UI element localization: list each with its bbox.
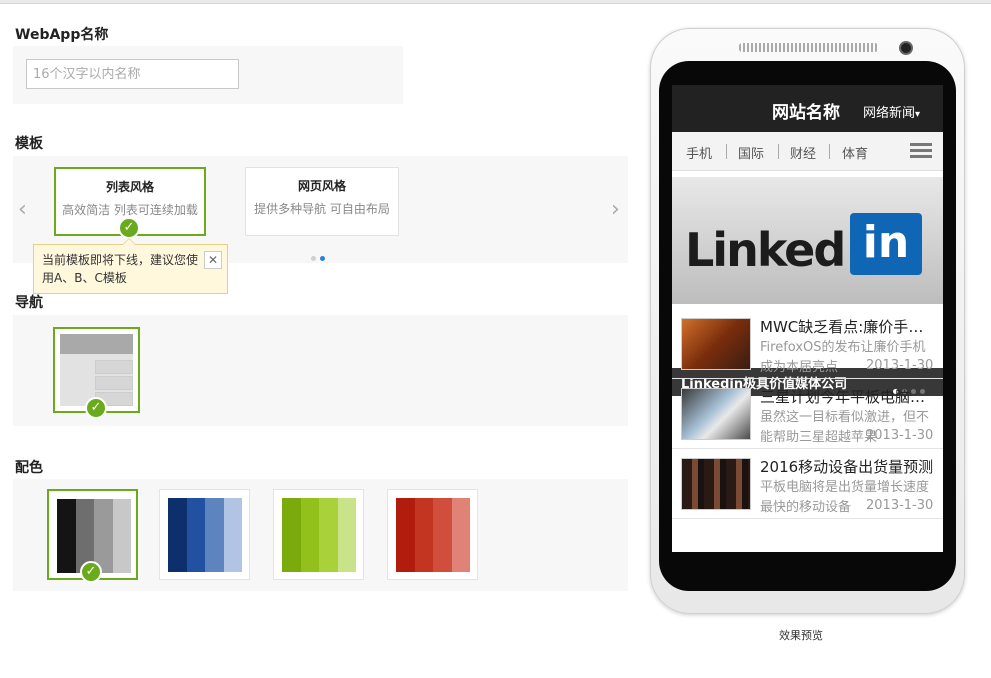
preview-menu-dropdown[interactable]: 网络新闻▾: [863, 102, 920, 121]
template-card-title: 列表风格: [105, 180, 154, 194]
color-swatch: [451, 498, 470, 572]
color-swatch: [282, 498, 301, 572]
template-next-arrow[interactable]: ›: [611, 199, 620, 221]
color-swatches: [396, 498, 470, 572]
template-prev-arrow[interactable]: ‹: [18, 199, 27, 221]
color-swatch: [57, 499, 76, 573]
news-item[interactable]: MWC缺乏看点:廉价手机成主流 FirefoxOS的发布让廉价手机成为本届亮点 …: [672, 309, 943, 379]
color-swatch: [337, 498, 356, 572]
news-title: MWC缺乏看点:廉价手机成主流: [760, 318, 938, 336]
template-card-desc: 高效简洁 列表可连续加载: [62, 203, 198, 217]
template-pager: [311, 246, 329, 265]
preview-header: 网站名称 网络新闻▾: [672, 85, 943, 132]
banner-logo-text: Linked: [685, 223, 846, 277]
menu-list-icon[interactable]: [910, 143, 932, 159]
news-thumb-image: [681, 458, 751, 510]
color-swatches: [168, 498, 242, 572]
preview-screen: 网站名称 网络新闻▾ 手机 国际 财经 体育 Linked in Linkedi…: [672, 85, 943, 552]
news-date: 2013-1-30: [866, 358, 934, 373]
color-swatch: [205, 498, 224, 572]
news-date: 2013-1-30: [866, 498, 934, 513]
preview-tab[interactable]: 财经: [790, 143, 816, 162]
tooltip-close-button[interactable]: ✕: [204, 251, 222, 269]
nav-thumb-header: [60, 334, 133, 354]
preview-site-title: 网站名称: [772, 103, 840, 123]
preview-tabs: 手机 国际 财经 体育: [672, 132, 943, 171]
color-swatch: [168, 498, 187, 572]
nav-selected-check-icon: ✓: [85, 397, 107, 419]
pager-dot[interactable]: [311, 256, 316, 261]
news-thumb-image: [681, 318, 751, 370]
news-thumb-image: [681, 388, 751, 440]
color-palette-card[interactable]: [273, 489, 364, 580]
phone-speaker: [739, 43, 878, 52]
news-item[interactable]: 2016移动设备出货量预测 平板电脑将是出货量增长速度最快的移动设备 2013-…: [672, 449, 943, 519]
pager-dot-active[interactable]: [320, 256, 325, 261]
preview-tab[interactable]: 手机: [686, 143, 712, 162]
news-item[interactable]: 三星计划今年平板电脑出货翻番 虽然这一目标看似激进，但不能帮助三星超越苹果 20…: [672, 379, 943, 449]
template-card-web[interactable]: 网页风格 提供多种导航 可自由布局: [245, 167, 399, 236]
phone-camera-icon: [899, 41, 913, 55]
chevron-down-icon: ▾: [915, 109, 921, 120]
preview-tab[interactable]: 体育: [842, 143, 868, 162]
color-palette-card[interactable]: [387, 489, 478, 580]
banner-logo-box: in: [850, 213, 922, 275]
template-heading: 模板: [15, 136, 43, 152]
color-swatch: [186, 498, 205, 572]
color-swatch: [112, 499, 131, 573]
template-card-title: 网页风格: [297, 179, 346, 193]
appname-input[interactable]: [26, 59, 239, 89]
color-swatch: [433, 498, 452, 572]
color-swatch: [396, 498, 415, 572]
preview-tab[interactable]: 国际: [738, 143, 764, 162]
news-date: 2013-1-30: [866, 428, 934, 443]
color-swatch: [300, 498, 319, 572]
color-swatch: [223, 498, 242, 572]
color-swatch: [319, 498, 338, 572]
template-selected-check-icon: ✓: [118, 217, 140, 239]
color-selected-check-icon: ✓: [80, 561, 102, 583]
color-palette-card[interactable]: [159, 489, 250, 580]
nav-heading: 导航: [15, 295, 43, 311]
preview-banner[interactable]: Linked in Linkedin极具价值媒体公司: [672, 177, 943, 396]
colors-heading: 配色: [15, 460, 43, 476]
deprecation-tooltip: 当前模板即将下线，建议您使用A、B、C模板 ✕: [33, 238, 228, 294]
appname-heading: WebApp名称: [15, 27, 109, 43]
top-border: [0, 0, 991, 4]
color-swatches: [282, 498, 356, 572]
news-title: 三星计划今年平板电脑出货翻番: [760, 388, 938, 406]
color-swatch: [414, 498, 433, 572]
news-title: 2016移动设备出货量预测: [760, 458, 934, 476]
preview-caption: 效果预览: [779, 629, 823, 642]
template-card-desc: 提供多种导航 可自由布局: [254, 202, 390, 216]
tooltip-text: 当前模板即将下线，建议您使用A、B、C模板: [42, 253, 199, 285]
